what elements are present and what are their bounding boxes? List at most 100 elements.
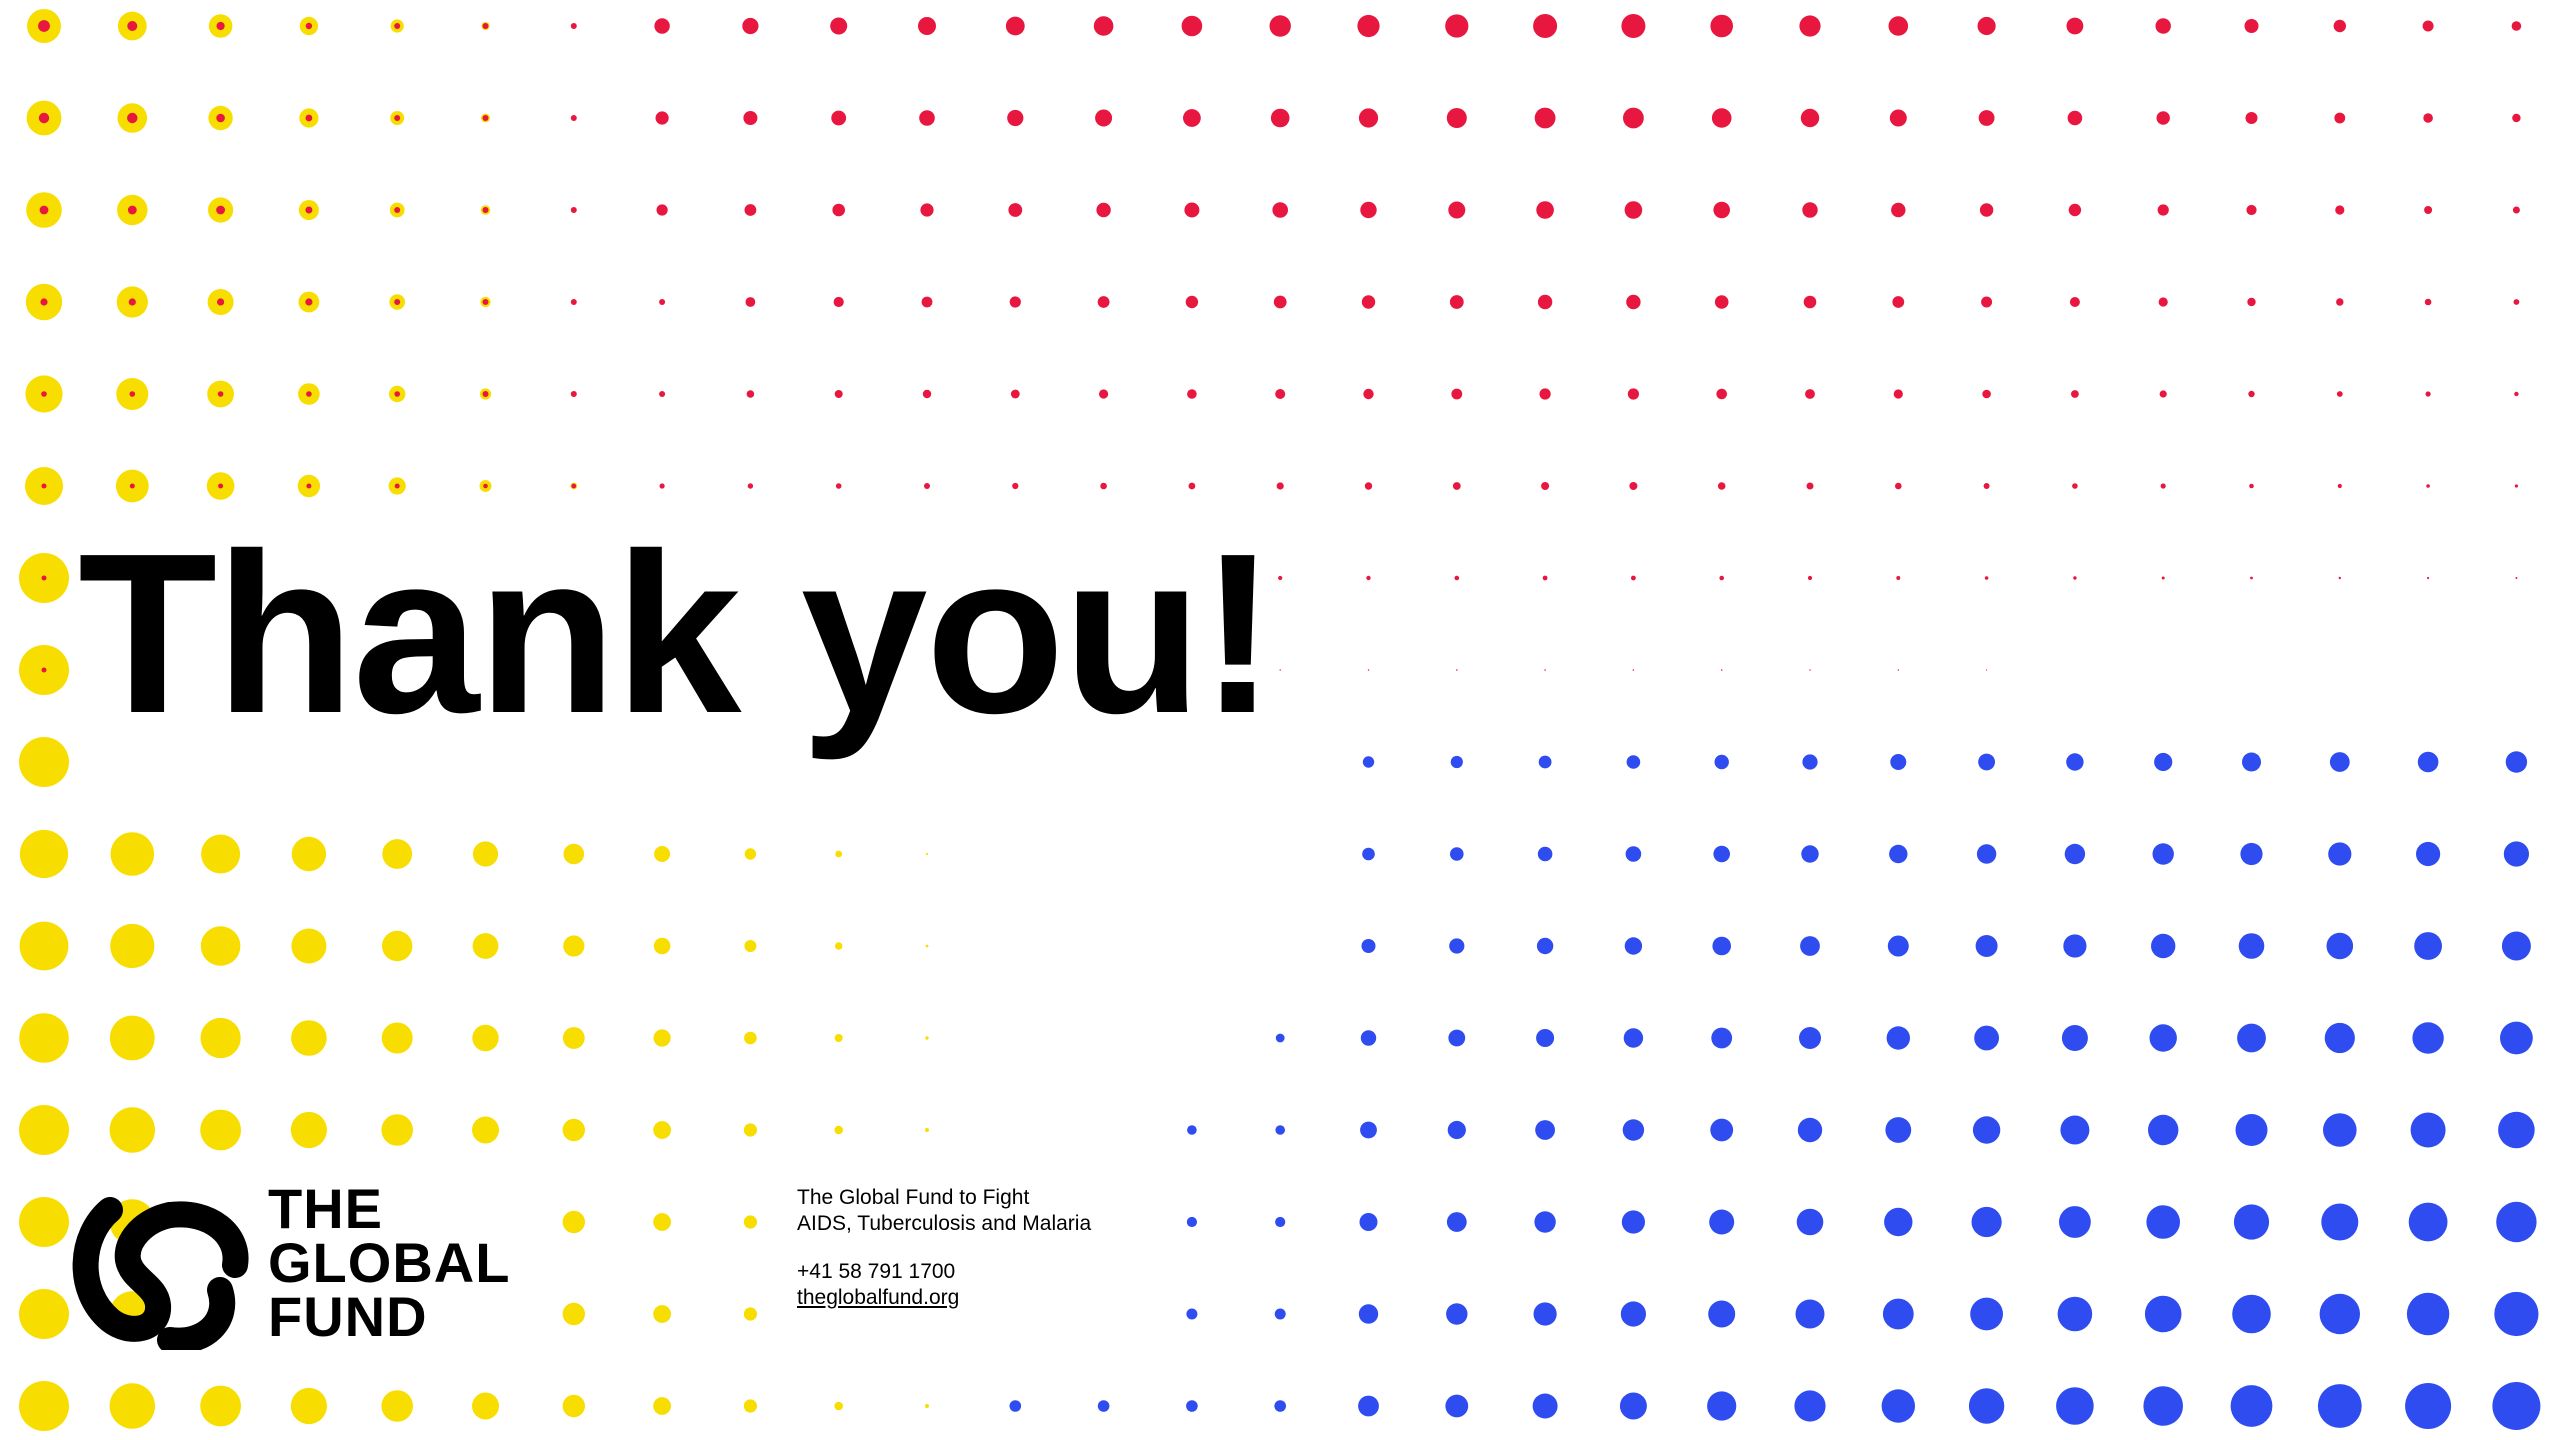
thank-you-heading: Thank you! xyxy=(78,507,1276,761)
blue-dot xyxy=(1708,1300,1736,1328)
red-dot xyxy=(1809,669,1811,671)
red-dot xyxy=(1623,107,1644,129)
red-dot xyxy=(570,23,577,29)
blue-dot xyxy=(1887,935,1909,957)
red-dot xyxy=(2426,484,2430,488)
blue-dot xyxy=(2500,1021,2533,1055)
red-dot xyxy=(1542,575,1548,581)
red-dot xyxy=(2160,483,2166,489)
red-dot xyxy=(1012,482,1019,490)
blue-dot xyxy=(1360,1121,1377,1139)
red-dot xyxy=(1184,202,1200,218)
red-dot xyxy=(41,483,47,489)
blue-dot xyxy=(2066,753,2084,771)
red-dot xyxy=(2514,484,2518,488)
yellow-dot xyxy=(19,1289,69,1339)
blue-dot xyxy=(1970,1297,2003,1331)
blue-dot xyxy=(1712,936,1731,956)
blue-dot xyxy=(1619,1392,1647,1420)
red-dot xyxy=(1361,295,1376,309)
red-dot xyxy=(835,483,842,489)
red-dot xyxy=(922,389,932,399)
blue-dot xyxy=(2496,1201,2537,1243)
yellow-dot xyxy=(200,1017,241,1059)
logo-line-2: GLOBAL xyxy=(268,1231,511,1294)
red-dot xyxy=(570,115,577,121)
blue-dot xyxy=(1890,754,1907,770)
red-dot xyxy=(833,296,844,308)
blue-dot xyxy=(1186,1400,1198,1412)
red-dot xyxy=(2423,113,2433,123)
red-dot xyxy=(1713,201,1730,219)
red-dot xyxy=(1711,108,1732,128)
red-dot xyxy=(1889,109,1907,127)
global-fund-swirl-icon xyxy=(72,1197,249,1350)
red-dot xyxy=(2425,391,2431,397)
contact-block: The Global Fund to Fight AIDS, Tuberculo… xyxy=(797,1185,1091,1311)
yellow-dot xyxy=(562,1118,585,1142)
yellow-dot xyxy=(653,1121,671,1139)
red-dot xyxy=(745,297,756,307)
blue-dot xyxy=(1186,1308,1198,1320)
red-dot xyxy=(1456,669,1458,671)
yellow-dot xyxy=(653,937,671,955)
red-dot xyxy=(40,298,48,306)
website-link[interactable]: theglobalfund.org xyxy=(797,1286,959,1309)
blue-dot xyxy=(1187,1125,1197,1135)
blue-dot xyxy=(1885,1117,1912,1143)
blue-dot xyxy=(1445,1394,1469,1418)
red-dot xyxy=(217,298,225,306)
blue-dot xyxy=(1275,1033,1285,1043)
blue-dot xyxy=(2063,934,2087,958)
red-dot xyxy=(1181,15,1203,37)
red-dot xyxy=(1714,295,1729,309)
red-dot xyxy=(305,298,313,306)
blue-dot xyxy=(2498,1111,2535,1149)
blue-dot xyxy=(2408,1202,2448,1242)
yellow-dot xyxy=(472,1024,499,1052)
blue-dot xyxy=(1448,1029,1466,1047)
red-dot xyxy=(2336,298,2344,306)
red-dot xyxy=(1273,295,1287,309)
yellow-dot xyxy=(653,1213,671,1231)
red-dot xyxy=(1544,669,1546,671)
red-dot xyxy=(2334,112,2346,124)
red-dot xyxy=(1097,296,1110,308)
red-dot xyxy=(41,391,47,397)
red-dot xyxy=(1627,388,1639,400)
blue-dot xyxy=(2328,842,2352,866)
red-dot xyxy=(127,112,138,124)
yellow-dot xyxy=(562,1394,585,1418)
red-dot xyxy=(1983,483,1990,489)
blue-dot xyxy=(1097,1400,1110,1412)
red-dot xyxy=(1449,295,1464,309)
yellow-dot xyxy=(200,926,241,966)
red-dot xyxy=(1445,14,1469,38)
red-dot xyxy=(1716,388,1727,400)
red-dot xyxy=(2336,391,2343,397)
yellow-dot xyxy=(653,1029,671,1047)
red-dot xyxy=(38,20,50,32)
yellow-dot xyxy=(743,1123,758,1137)
blue-dot xyxy=(1626,755,1641,769)
red-dot xyxy=(127,205,137,215)
blue-dot xyxy=(1625,846,1642,862)
blue-dot xyxy=(1974,1025,1999,1051)
blue-dot xyxy=(1359,1213,1378,1231)
red-dot xyxy=(1621,14,1646,38)
yellow-dot xyxy=(472,1392,499,1420)
red-dot xyxy=(394,391,401,397)
red-dot xyxy=(1454,575,1460,581)
blue-dot xyxy=(2323,1113,2357,1147)
red-dot xyxy=(1276,482,1284,490)
blue-dot xyxy=(2146,1205,2180,1239)
red-dot xyxy=(2333,19,2346,33)
red-dot xyxy=(1279,669,1281,671)
blue-dot xyxy=(2057,1296,2093,1332)
red-dot xyxy=(1534,107,1556,129)
blue-dot xyxy=(1972,1116,2001,1144)
yellow-dot xyxy=(925,1036,929,1040)
red-dot xyxy=(2072,483,2078,489)
blue-dot xyxy=(2501,931,2531,961)
blue-dot xyxy=(1534,1211,1556,1233)
